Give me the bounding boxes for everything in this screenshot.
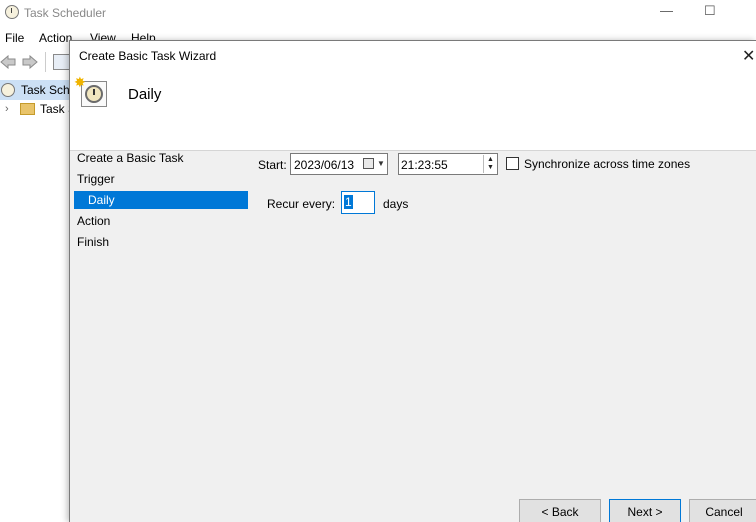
step-label: Trigger <box>77 172 115 186</box>
page-title: Daily <box>128 86 162 103</box>
wizard-titlebar: Create Basic Task Wizard ✕ <box>70 41 756 71</box>
cancel-button[interactable]: Cancel <box>689 499 756 522</box>
forward-arrow-icon[interactable] <box>22 55 38 69</box>
clock-icon <box>85 85 103 103</box>
chevron-down-icon[interactable]: ▼ <box>377 159 385 168</box>
back-button[interactable]: < Back <box>519 499 601 522</box>
create-basic-task-wizard-dialog: Create Basic Task Wizard ✕ ✸ Daily Creat… <box>69 40 756 522</box>
daily-trigger-form: Start: 2023/06/13 ▼ 21:23:55 ▲ ▼ Synchro… <box>257 152 754 452</box>
step-finish[interactable]: Finish <box>70 233 248 251</box>
menu-action[interactable]: Action <box>39 31 72 45</box>
synchronize-time-zones-label[interactable]: Synchronize across time zones <box>524 157 690 171</box>
main-titlebar: Task Scheduler — ☐ <box>0 0 756 28</box>
tree-item-task-scheduler-library[interactable]: › Task S <box>0 100 76 118</box>
recur-every-value: 1 <box>344 195 353 209</box>
next-button-label: Next > <box>627 505 663 519</box>
step-label: Action <box>77 214 111 228</box>
back-button-label: < Back <box>541 505 579 519</box>
time-spinner[interactable]: ▲ ▼ <box>483 155 497 173</box>
clock-icon <box>1 83 15 97</box>
step-daily-selected[interactable]: Daily <box>74 191 248 209</box>
calendar-icon[interactable] <box>363 158 374 169</box>
start-date-picker[interactable]: 2023/06/13 ▼ <box>290 153 388 175</box>
next-button[interactable]: Next > <box>609 499 681 522</box>
synchronize-time-zones-checkbox[interactable] <box>506 157 519 170</box>
wizard-title: Create Basic Task Wizard <box>79 49 217 63</box>
clock-icon <box>5 5 19 19</box>
step-label: Daily <box>88 193 115 207</box>
chevron-right-icon[interactable]: › <box>5 103 9 115</box>
folder-icon <box>20 103 35 115</box>
start-time-picker[interactable]: 21:23:55 ▲ ▼ <box>398 153 498 175</box>
step-action[interactable]: Action <box>70 212 248 230</box>
cancel-button-label: Cancel <box>705 505 743 519</box>
step-label: Create a Basic Task <box>77 151 184 165</box>
main-window-title: Task Scheduler <box>24 6 107 20</box>
step-trigger[interactable]: Trigger <box>70 170 248 188</box>
back-arrow-icon[interactable] <box>0 55 16 69</box>
spin-up-icon[interactable]: ▲ <box>487 156 494 164</box>
recur-unit-label: days <box>383 197 409 211</box>
step-label: Finish <box>77 235 110 249</box>
tree-item-task-scheduler-local[interactable]: Task Sche <box>0 80 76 100</box>
recur-every-label: Recur every: <box>267 197 336 211</box>
start-date-value: 2023/06/13 <box>294 158 355 172</box>
step-create-basic-task[interactable]: Create a Basic Task <box>70 149 248 167</box>
start-label: Start: <box>258 158 287 172</box>
new-star-icon: ✸ <box>74 74 86 90</box>
close-button[interactable]: ✕ <box>742 46 755 66</box>
maximize-button[interactable]: ☐ <box>704 3 716 19</box>
wizard-header: ✸ Daily <box>70 71 756 151</box>
recur-every-input[interactable]: 1 <box>341 191 375 214</box>
toolbar-separator <box>45 52 46 72</box>
menu-file[interactable]: File <box>5 31 24 45</box>
start-time-value: 21:23:55 <box>401 158 448 172</box>
spin-down-icon[interactable]: ▼ <box>487 164 494 172</box>
minimize-button[interactable]: — <box>660 3 673 18</box>
console-tree: Task Sche › Task S <box>0 80 76 520</box>
